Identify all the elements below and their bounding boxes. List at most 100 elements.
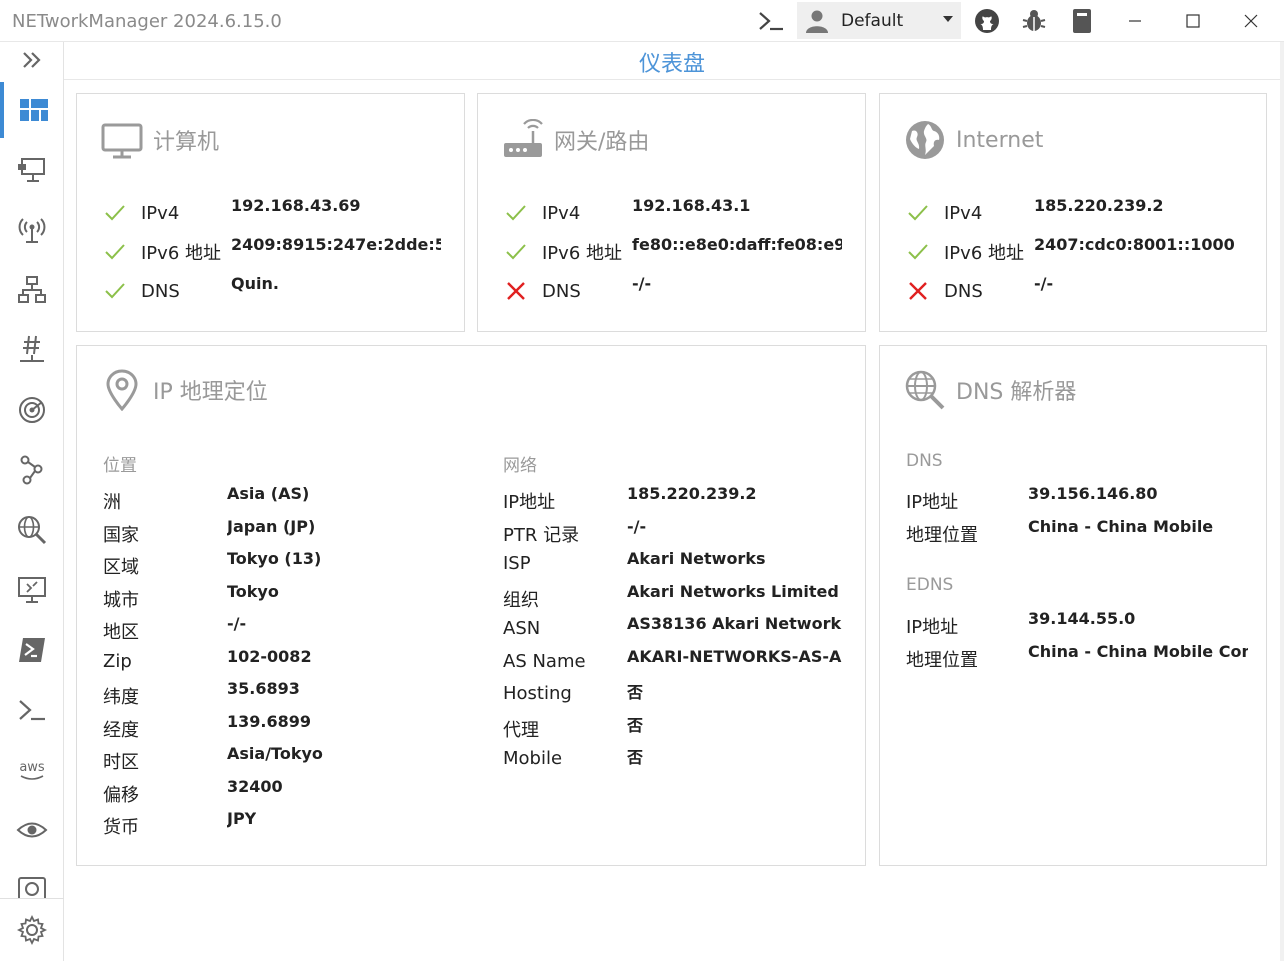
location-value: 32400: [227, 776, 283, 796]
network-interface-icon: [18, 158, 45, 182]
sidebar-item-remote-desktop[interactable]: [0, 562, 64, 618]
sidebar: aws: [0, 42, 64, 961]
location-row: 经度 139.6899: [103, 712, 447, 742]
gateway-card: 网关/路由 IPv4 192.168.43.1 IPv6 地址 fe80::e8…: [477, 93, 866, 332]
gateway-ipv4-row: IPv4 192.168.43.1: [504, 196, 864, 228]
network-label: ISP: [503, 553, 531, 574]
network-row: 组织 Akari Networks Limited: [503, 582, 842, 612]
sidebar-item-dns-lookup[interactable]: [0, 502, 64, 558]
check-icon: [908, 244, 928, 260]
network-row: ISP Akari Networks: [503, 549, 842, 579]
computer-title: 计算机: [153, 130, 220, 155]
terminal-icon: [19, 700, 45, 721]
location-label: Zip: [103, 650, 132, 672]
location-row: 偏移 32400: [103, 777, 447, 807]
web-console-icon: [18, 877, 46, 898]
internet-ipv6-row: IPv6 地址 2407:cdc0:8001::1000: [906, 235, 1266, 267]
window-edge: [1280, 42, 1284, 961]
eye-icon: [16, 822, 48, 838]
sidebar-item-aws[interactable]: aws: [0, 742, 64, 798]
ipv6-label: IPv6 地址: [542, 243, 622, 264]
dns-row: 地理位置 China - China Mobile: [906, 517, 1248, 547]
powershell-icon: [19, 638, 45, 662]
traceroute-icon: [20, 455, 43, 485]
sidebar-item-traceroute[interactable]: [0, 442, 64, 498]
ping-monitor-icon: [19, 397, 45, 423]
documentation-icon[interactable]: [1065, 6, 1099, 36]
internet-dns-row: DNS -/-: [906, 274, 1266, 306]
sidebar-item-ping-monitor[interactable]: [0, 382, 64, 438]
sidebar-item-powershell[interactable]: [0, 622, 64, 678]
check-icon: [105, 283, 125, 299]
location-label: 城市: [103, 589, 139, 611]
dns-row: IP地址 39.156.146.80: [906, 484, 1248, 514]
location-value: Japan (JP): [227, 516, 316, 536]
sidebar-item-wifi[interactable]: [0, 202, 64, 258]
title-bar: NETworkManager 2024.6.15.0 Default: [0, 0, 1284, 42]
close-icon[interactable]: [1234, 6, 1268, 36]
location-label: 时区: [103, 752, 139, 773]
bug-icon[interactable]: [1017, 6, 1051, 36]
port-scanner-icon: [20, 335, 44, 362]
error-icon: [909, 282, 927, 300]
error-icon: [507, 282, 525, 300]
profile-label: Default: [841, 10, 904, 31]
sidebar-item-dashboard[interactable]: [0, 82, 64, 138]
location-value: Asia/Tokyo: [227, 744, 323, 763]
location-label: 货币: [103, 817, 139, 838]
sidebar-item-settings[interactable]: [0, 902, 64, 958]
wifi-antenna-icon: [18, 218, 46, 243]
edns-row: IP地址 39.144.55.0: [906, 609, 1248, 639]
terminal-icon[interactable]: [754, 6, 788, 36]
app-title: NETworkManager 2024.6.15.0: [12, 11, 282, 32]
check-icon: [908, 205, 928, 221]
aws-icon: aws: [19, 760, 45, 780]
network-value: 否: [627, 748, 644, 767]
sidebar-item-port-scanner[interactable]: [0, 322, 64, 378]
edns-value: 39.144.55.0: [1028, 609, 1136, 628]
network-value: Akari Networks Limited: [627, 581, 839, 601]
sidebar-item-ip-scanner[interactable]: [0, 262, 64, 318]
location-value: JPY: [227, 809, 257, 828]
check-icon: [506, 205, 526, 221]
dns-value: Quin.: [231, 274, 279, 293]
internet-title: Internet: [956, 127, 1044, 153]
minimize-icon[interactable]: [1118, 6, 1152, 36]
profile-select[interactable]: Default: [797, 2, 961, 39]
location-label: 纬度: [103, 687, 139, 708]
network-label: 代理: [503, 719, 539, 741]
location-value: Tokyo: [227, 581, 279, 601]
ipv6-label: IPv6 地址: [944, 243, 1024, 264]
dns-label: 地理位置: [906, 525, 978, 546]
location-label: 洲: [103, 492, 121, 513]
dashboard-icon: [20, 99, 48, 121]
network-value: AS38136 Akari Networks: [627, 614, 842, 633]
dns-label: DNS: [542, 280, 581, 302]
location-header: 位置: [103, 456, 137, 476]
network-label: Hosting: [503, 683, 572, 704]
expand-icon[interactable]: [0, 32, 64, 88]
sidebar-item-web-console[interactable]: [0, 858, 64, 898]
network-value: 否: [627, 683, 644, 702]
edns-row: 地理位置 China - China Mobile Com: [906, 642, 1248, 672]
location-label: 经度: [103, 719, 139, 741]
github-icon[interactable]: [970, 6, 1004, 36]
location-row: 国家 Japan (JP): [103, 517, 447, 547]
network-value: -/-: [627, 516, 647, 536]
dns-label: IP地址: [906, 492, 959, 513]
network-row: 代理 否: [503, 712, 842, 742]
sidebar-item-network-interface[interactable]: [0, 142, 64, 198]
internet-ipv4-row: IPv4 185.220.239.2: [906, 196, 1266, 228]
dns-resolver-title: DNS 解析器: [956, 380, 1077, 405]
edns-value: China - China Mobile Com: [1028, 642, 1248, 661]
sidebar-item-terminal[interactable]: [0, 682, 64, 738]
gateway-title: 网关/路由: [554, 130, 650, 155]
globe-icon: [906, 121, 944, 159]
sidebar-item-view[interactable]: [0, 802, 64, 858]
dns-value: China - China Mobile: [1028, 517, 1214, 536]
user-icon: [806, 10, 828, 33]
dns-resolver-icon: [905, 370, 945, 410]
maximize-icon[interactable]: [1176, 6, 1210, 36]
network-value: Akari Networks: [627, 549, 766, 568]
location-row: 货币 JPY: [103, 809, 447, 839]
